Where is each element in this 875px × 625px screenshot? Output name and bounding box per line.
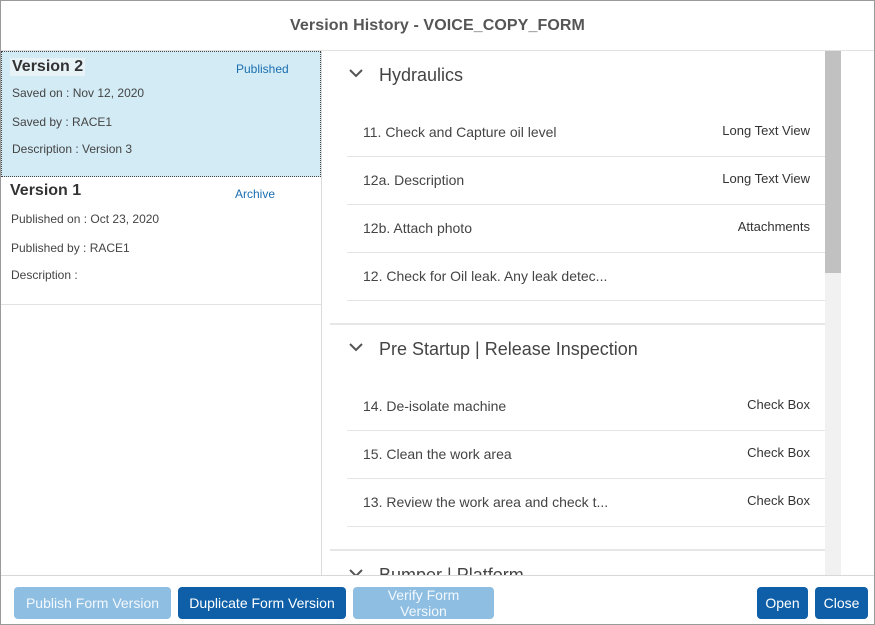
chevron-down-icon (349, 69, 363, 78)
version-card-2[interactable]: Version 2 Published Saved on : Nov 12, 2… (1, 51, 321, 177)
row-type: Long Text View (722, 123, 810, 138)
form-row[interactable]: 12a. Description Long Text View (347, 157, 825, 205)
form-row[interactable]: 14. De-isolate machine Check Box (347, 383, 825, 431)
dialog-footer: Publish Form Version Duplicate Form Vers… (1, 575, 874, 624)
section-header-pre-startup[interactable]: Pre Startup | Release Inspection (330, 325, 825, 373)
row-type: Check Box (747, 493, 810, 508)
publish-form-version-button[interactable]: Publish Form Version (14, 587, 171, 619)
version-description: Description : Version 3 (12, 142, 133, 156)
version-status: Archive (235, 187, 276, 201)
version-list: Version 2 Published Saved on : Nov 12, 2… (1, 51, 322, 575)
row-label: 12b. Attach photo (363, 220, 472, 236)
version-history-dialog: Version History - VOICE_COPY_FORM Versio… (0, 0, 875, 625)
verify-form-version-button[interactable]: Verify Form Version (353, 587, 494, 619)
section-title: Bumper | Platform (379, 564, 524, 576)
row-label: 13. Review the work area and check t... (363, 494, 609, 510)
form-row[interactable]: 13. Review the work area and check t... … (347, 479, 825, 527)
duplicate-form-version-button[interactable]: Duplicate Form Version (178, 587, 346, 619)
version-saved-on: Saved on : Nov 12, 2020 (12, 86, 145, 100)
row-label: 11. Check and Capture oil level (363, 124, 557, 140)
version-description: Description : (11, 268, 78, 282)
row-label: 12. Check for Oil leak. Any leak detec..… (363, 268, 608, 284)
scrollbar-thumb[interactable] (825, 51, 841, 273)
version-card-1[interactable]: Version 1 Archive Published on : Oct 23,… (1, 177, 321, 305)
version-published-on: Published on : Oct 23, 2020 (11, 212, 160, 226)
form-preview: Hydraulics 11. Check and Capture oil lev… (322, 51, 841, 575)
row-label: 14. De-isolate machine (363, 398, 507, 414)
form-row[interactable]: 15. Clean the work area Check Box (347, 431, 825, 479)
chevron-down-icon (349, 569, 363, 575)
version-title: Version 2 (10, 58, 86, 76)
section-header-hydraulics[interactable]: Hydraulics (330, 51, 825, 99)
section-title: Hydraulics (379, 64, 464, 85)
row-label: 12a. Description (363, 172, 465, 188)
version-published-by: Published by : RACE1 (11, 241, 130, 255)
section-header-bumper[interactable]: Bumper | Platform (330, 551, 825, 575)
chevron-down-icon (349, 343, 363, 352)
version-saved-by: Saved by : RACE1 (12, 115, 113, 129)
row-type: Attachments (737, 219, 810, 234)
version-status: Published (236, 62, 289, 76)
dialog-header: Version History - VOICE_COPY_FORM (1, 1, 874, 51)
form-row[interactable]: 12b. Attach photo Attachments (347, 205, 825, 253)
row-type: Check Box (747, 397, 810, 412)
close-button[interactable]: Close (815, 587, 868, 619)
row-type: Check Box (747, 445, 810, 460)
section-title: Pre Startup | Release Inspection (379, 338, 638, 359)
form-row[interactable]: 11. Check and Capture oil level Long Tex… (347, 109, 825, 157)
open-button[interactable]: Open (757, 587, 808, 619)
version-title: Version 1 (10, 182, 82, 199)
right-gutter (841, 51, 874, 575)
row-type: Long Text View (722, 171, 810, 186)
form-row[interactable]: 12. Check for Oil leak. Any leak detec..… (347, 253, 825, 301)
dialog-title: Version History - VOICE_COPY_FORM (290, 16, 585, 34)
row-label: 15. Clean the work area (363, 446, 512, 462)
